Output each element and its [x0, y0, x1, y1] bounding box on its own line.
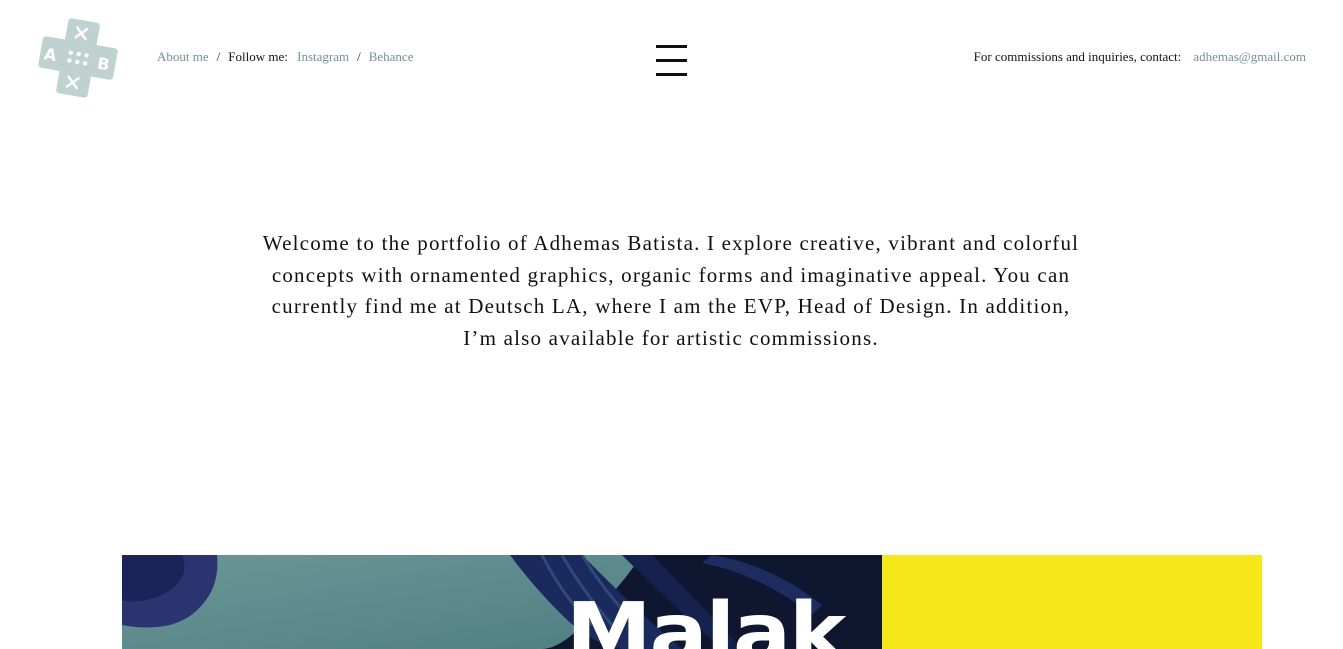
menu-line [656, 45, 687, 48]
about-me-link[interactable]: About me [157, 49, 209, 64]
header-contact: For commissions and inquiries, contact: a… [974, 49, 1306, 65]
portfolio-page: A B About me / Follow me: Instagram / Behanc… [0, 0, 1343, 649]
project-tile-yellow[interactable] [882, 555, 1262, 649]
contact-label: For commissions and inquiries, contact: [973, 49, 1182, 64]
menu-line [656, 59, 687, 62]
hamburger-menu-icon[interactable] [656, 45, 688, 77]
project-title: Malak [566, 586, 846, 649]
menu-line [656, 73, 687, 76]
instagram-link[interactable]: Instagram [297, 49, 349, 64]
controller-ab-logo-icon: A B [38, 18, 118, 98]
logo[interactable]: A B [36, 16, 120, 100]
project-tile-malak[interactable]: Malak [122, 555, 882, 649]
intro-text: Welcome to the portfolio of Adhemas Bati… [262, 231, 1080, 350]
nav-separator: / [357, 49, 361, 64]
follow-me-label: Follow me: [228, 49, 288, 64]
behance-link[interactable]: Behance [369, 49, 414, 64]
nav-separator: / [216, 49, 221, 64]
contact-email-link[interactable]: adhemas@gmail.com [1193, 49, 1306, 64]
header-nav-left: About me / Follow me: Instagram / Behance [157, 49, 413, 65]
